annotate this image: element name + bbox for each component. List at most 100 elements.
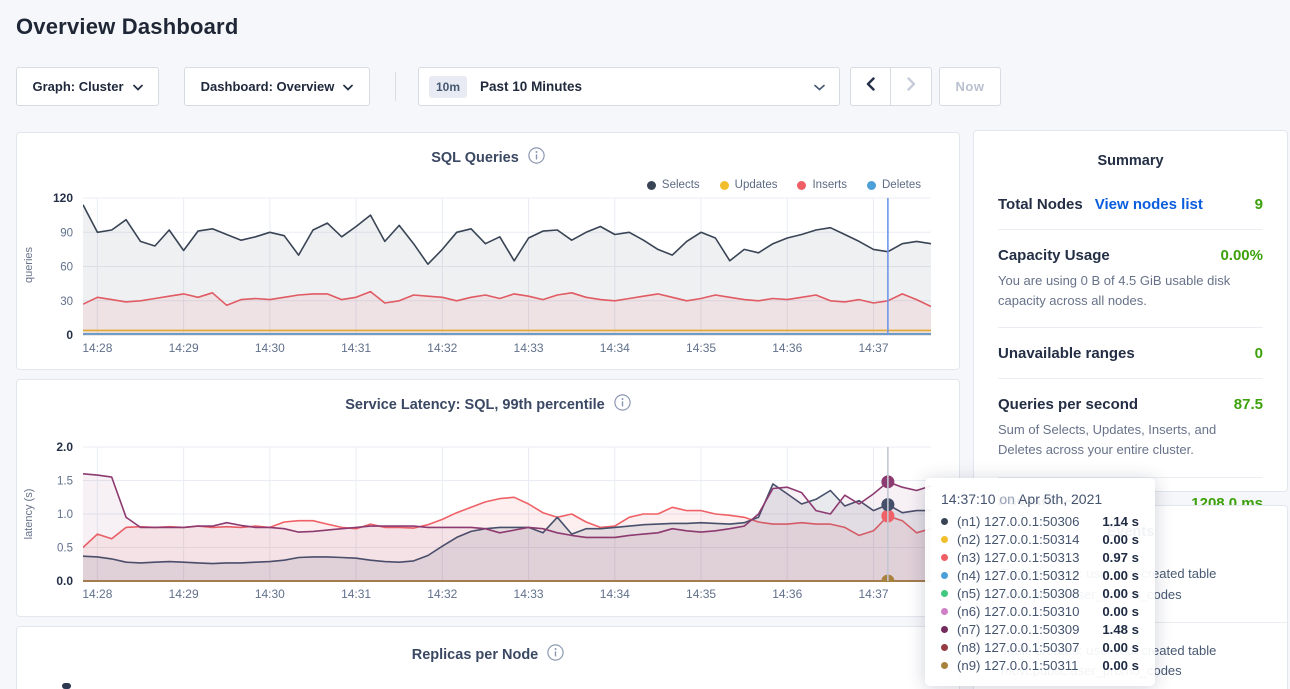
node-color-dot [941,608,948,615]
svg-text:14:28: 14:28 [82,341,112,355]
legend-color-dot [720,181,729,190]
node-latency-value: 0.00 s [1102,568,1139,583]
svg-text:14:36: 14:36 [772,587,802,601]
svg-text:60: 60 [60,262,73,274]
view-nodes-list-link[interactable]: View nodes list [1095,196,1203,213]
tooltip-node-row: (n9) 127.0.0.1:50311 0.00 s [941,656,1139,674]
replicas-chart-title: Replicas per Node [412,647,539,663]
tooltip-node-row: (n2) 127.0.0.1:50314 0.00 s [941,530,1139,548]
node-address: (n8) 127.0.0.1:50307 [957,640,1079,655]
unavailable-ranges-label: Unavailable ranges [998,345,1135,362]
tooltip-node-row: (n5) 127.0.0.1:503080.00 s [941,584,1139,602]
page-title: Overview Dashboard [16,14,238,40]
svg-text:1.0: 1.0 [57,509,73,521]
qps-description: Sum of Selects, Updates, Inserts, and De… [998,420,1263,460]
sql-queries-card: SQL Queries SelectsUpdatesInsertsDeletes… [16,132,960,370]
node-address: (n9) 127.0.0.1:50311 [957,658,1078,673]
now-button[interactable]: Now [939,67,1001,106]
time-range-badge: 10m [429,76,467,98]
time-range-label: Past 10 Minutes [480,79,582,94]
svg-text:0: 0 [66,328,73,342]
qps-label: Queries per second [998,396,1138,413]
node-color-dot [941,518,948,525]
sql-queries-chart[interactable]: 030609012014:2814:2914:3014:3114:3214:33… [17,198,961,363]
service-latency-card: Service Latency: SQL, 99th percentile la… [16,379,960,617]
unavailable-ranges-value: 0 [1255,345,1263,362]
summary-row-total-nodes: Total Nodes View nodes list 9 [998,179,1263,229]
service-latency-chart-title: Service Latency: SQL, 99th percentile [345,397,605,413]
node-color-dot [941,554,948,561]
node-color-dot [941,662,948,669]
total-nodes-value: 9 [1255,196,1263,213]
node-color-dot [941,590,948,597]
dashboard-label: Dashboard: Overview [201,79,335,94]
legend-color-dot [867,181,876,190]
info-icon[interactable] [528,147,545,169]
legend-color-dot [647,181,656,190]
node-latency-value: 1.14 s [1102,514,1139,529]
svg-text:0.0: 0.0 [56,574,73,588]
node-latency-value: 0.00 s [1102,658,1139,673]
svg-text:14:30: 14:30 [255,341,285,355]
sql-queries-chart-title: SQL Queries [431,150,519,166]
svg-text:14:32: 14:32 [427,587,457,601]
sql-queries-legend: SelectsUpdatesInsertsDeletes [647,179,921,191]
tooltip-node-row: (n8) 127.0.0.1:50307 0.00 s [941,638,1139,656]
svg-text:90: 90 [60,227,73,239]
tooltip-node-row: (n6) 127.0.0.1:503100.00 s [941,602,1139,620]
node-color-dot [941,536,948,543]
info-icon[interactable] [614,394,631,416]
chevron-down-icon [814,78,825,96]
dashboard-dropdown[interactable]: Dashboard: Overview [184,67,370,106]
svg-text:14:29: 14:29 [169,587,199,601]
summary-row-capacity: Capacity Usage 0.00% You are using 0 B o… [998,229,1263,327]
summary-row-unavailable-ranges: Unavailable ranges 0 [998,327,1263,378]
service-latency-chart[interactable]: 0.00.51.01.52.014:2814:2914:3014:3114:32… [17,447,961,609]
node-latency-value: 0.00 s [1102,640,1139,655]
time-range-dropdown[interactable]: 10m Past 10 Minutes [418,67,840,106]
node-address: (n4) 127.0.0.1:50312 [957,568,1079,583]
svg-text:14:31: 14:31 [341,341,371,355]
node-address: (n2) 127.0.0.1:50314 [957,532,1079,547]
svg-text:14:28: 14:28 [82,587,112,601]
svg-text:14:33: 14:33 [514,587,544,601]
svg-text:14:35: 14:35 [686,587,716,601]
next-time-window-button[interactable] [891,67,932,106]
chevron-left-icon [866,77,875,96]
summary-panel: Summary Total Nodes View nodes list 9 Ca… [973,130,1288,492]
capacity-usage-description: You are using 0 B of 4.5 GiB usable disk… [998,271,1263,311]
node-address: (n6) 127.0.0.1:50310 [957,604,1079,619]
chevron-down-icon [343,79,353,94]
capacity-usage-value: 0.00% [1220,247,1263,264]
svg-text:14:31: 14:31 [341,587,371,601]
node-latency-value: 0.00 s [1102,586,1139,601]
svg-text:2.0: 2.0 [56,440,73,454]
node-color-dot [941,644,948,651]
svg-text:30: 30 [60,296,73,308]
legend-item-updates: Updates [720,179,778,191]
tooltip-node-row: (n1) 127.0.0.1:50306 1.14 s [941,512,1139,530]
capacity-usage-label: Capacity Usage [998,247,1110,264]
summary-title: Summary [974,131,1287,169]
tooltip-node-row: (n7) 127.0.0.1:503091.48 s [941,620,1139,638]
tooltip-node-row: (n3) 127.0.0.1:503130.97 s [941,548,1139,566]
svg-text:14:36: 14:36 [772,341,802,355]
qps-value: 87.5 [1234,396,1263,413]
chevron-down-icon [133,79,143,94]
svg-text:14:34: 14:34 [600,341,630,355]
previous-time-window-button[interactable] [850,67,891,106]
svg-text:14:37: 14:37 [858,587,888,601]
replicas-axis-label-fragment [62,683,71,689]
node-address: (n3) 127.0.0.1:50313 [957,550,1079,565]
chart-hover-tooltip: 14:37:10 on Apr 5th, 2021 (n1) 127.0.0.1… [925,478,1155,686]
legend-color-dot [797,181,806,190]
info-icon[interactable] [547,644,564,666]
svg-text:14:35: 14:35 [686,341,716,355]
chevron-right-icon [907,77,916,96]
svg-text:14:37: 14:37 [858,341,888,355]
node-latency-value: 0.00 s [1102,532,1139,547]
graph-scope-dropdown[interactable]: Graph: Cluster [16,67,159,106]
node-address: (n1) 127.0.0.1:50306 [957,514,1079,529]
total-nodes-label: Total Nodes [998,196,1083,213]
svg-text:120: 120 [53,191,73,205]
